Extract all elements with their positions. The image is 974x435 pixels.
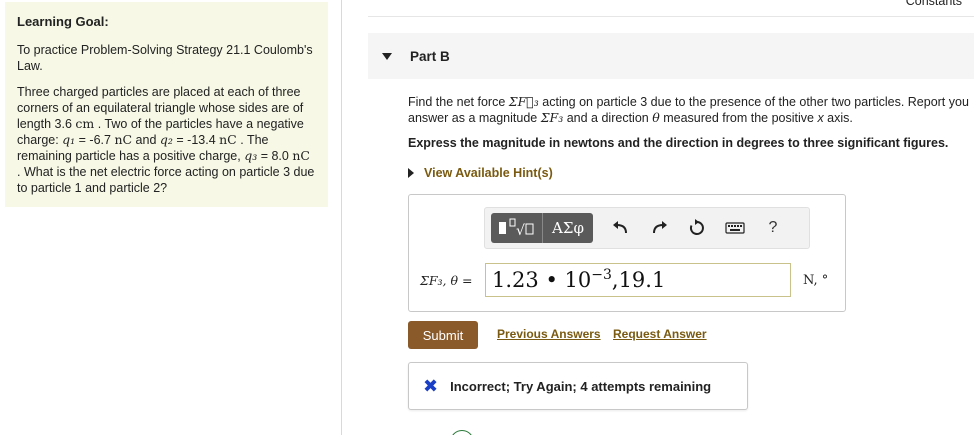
answer-box: √ ΑΣφ ? ΣF₃, θ = 1.23 • 10−3,19.1 N, °: [408, 194, 846, 312]
question-text-e: axis.: [823, 111, 853, 125]
learning-goal-problem: Three charged particles are placed at ea…: [17, 84, 316, 196]
caret-right-icon: [408, 168, 414, 178]
answer-label: ΣF₃, θ =: [420, 273, 473, 288]
goal-unit-nc: nC: [219, 132, 237, 147]
feedback-text: Incorrect; Try Again; 4 attempts remaini…: [450, 378, 712, 394]
answer-multiply-dot: •: [538, 268, 565, 292]
page-root: Learning Goal: To practice Problem-Solvi…: [0, 0, 974, 435]
partial-circle-icon: [450, 430, 474, 435]
request-answer-link[interactable]: Request Answer: [613, 327, 707, 341]
goal-q3: q₃: [244, 148, 258, 163]
submit-button[interactable]: Submit: [408, 321, 478, 349]
view-hints-toggle[interactable]: View Available Hint(s): [408, 166, 553, 180]
caret-down-icon: [382, 52, 392, 60]
question-net-force-vector: ΣF⃗₃: [508, 94, 539, 109]
redo-button[interactable]: [641, 213, 677, 243]
feedback-box: ✖ Incorrect; Try Again; 4 attempts remai…: [408, 362, 748, 410]
redo-icon: [653, 221, 667, 234]
goal-q2-value: = -13.4: [172, 133, 220, 147]
learning-goal-panel: Learning Goal: To practice Problem-Solvi…: [5, 2, 328, 207]
hint-label: View Available Hint(s): [424, 166, 553, 180]
reset-button[interactable]: [679, 213, 715, 243]
goal-unit-nc: nC: [114, 132, 133, 147]
panel-divider: [341, 0, 342, 435]
answer-mantissa: 1.23: [492, 268, 539, 292]
question-text-c: and a direction: [563, 111, 653, 125]
question-text-d: measured from the positive: [659, 111, 818, 125]
undo-button[interactable]: [603, 213, 639, 243]
constants-link[interactable]: Constants: [906, 0, 962, 8]
goal-and: and: [132, 133, 160, 147]
goal-text-4: . What is the net electric force acting …: [17, 165, 315, 195]
part-title: Part B: [410, 48, 450, 64]
goal-q1-value: = -6.7: [75, 133, 115, 147]
toolbar-button-group: √ ΑΣφ: [491, 213, 593, 243]
reset-icon: [689, 219, 704, 235]
svg-text:√: √: [516, 223, 525, 239]
keyboard-icon: [725, 222, 745, 234]
goal-q2: q₂: [159, 132, 173, 147]
undo-icon: [613, 221, 627, 234]
answer-angle: ,19.1: [611, 268, 666, 292]
incorrect-x-icon: ✖: [423, 375, 439, 396]
question-text-a: Find the net force: [408, 95, 509, 109]
answer-exponent: −3: [591, 267, 612, 283]
question-net-force-magnitude: ΣF₃: [540, 110, 564, 125]
greek-symbols-button[interactable]: ΑΣφ: [543, 213, 593, 243]
previous-answers-link[interactable]: Previous Answers: [497, 327, 601, 341]
answer-units: N, °: [803, 273, 829, 288]
learning-goal-intro: To practice Problem-Solving Strategy 21.…: [17, 43, 313, 73]
answer-base: 10: [564, 268, 592, 292]
goal-unit-nc: nC: [292, 148, 310, 163]
answer-input[interactable]: 1.23 • 10−3,19.1: [485, 263, 791, 297]
templates-icon: √: [498, 218, 533, 239]
goal-q3-value: = 8.0: [257, 149, 293, 163]
goal-unit-cm: cm: [75, 116, 95, 131]
part-b-header[interactable]: Part B: [368, 33, 974, 79]
header-divider: [368, 16, 974, 17]
math-toolbar: √ ΑΣφ ?: [484, 207, 810, 249]
question-theta: θ: [652, 110, 660, 125]
help-button[interactable]: ?: [755, 213, 791, 243]
learning-goal-heading: Learning Goal:: [17, 14, 109, 29]
question-text: Find the net force ΣF⃗₃ acting on partic…: [408, 94, 974, 126]
templates-button[interactable]: √: [491, 213, 543, 243]
goal-q1: q₁: [62, 132, 76, 147]
keyboard-button[interactable]: [717, 213, 753, 243]
express-instructions: Express the magnitude in newtons and the…: [408, 136, 949, 150]
